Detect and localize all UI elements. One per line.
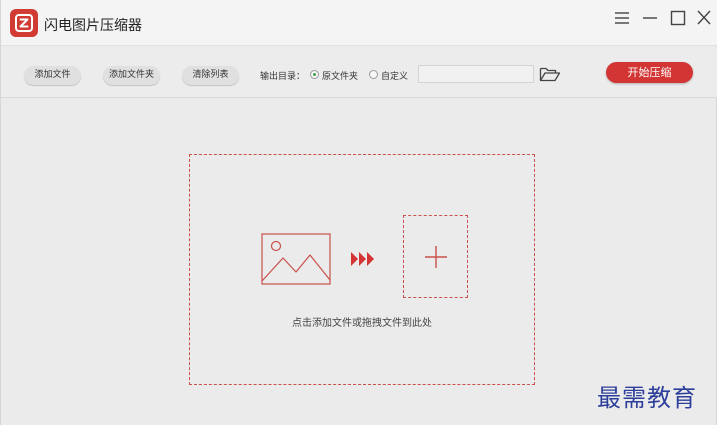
triple-arrow-icon (351, 251, 375, 267)
app-title: 闪电图片压缩器 (44, 18, 142, 34)
radio-original-folder[interactable] (310, 70, 319, 79)
title-bar: 闪电图片压缩器 (1, 0, 717, 46)
radio-original-folder-label[interactable]: 原文件夹 (322, 69, 358, 82)
plus-icon (424, 245, 448, 269)
radio-custom[interactable] (369, 70, 378, 79)
toolbar: 添加文件 添加文件夹 清除列表 输出目录： 原文件夹 自定义 开始压缩 (1, 47, 717, 98)
maximize-icon[interactable] (668, 9, 688, 27)
add-folder-button[interactable]: 添加文件夹 (103, 66, 160, 85)
drop-hint-text: 点击添加文件或拖拽文件到此处 (292, 318, 432, 329)
minimize-icon[interactable] (640, 9, 660, 27)
start-compress-button[interactable]: 开始压缩 (606, 62, 693, 83)
app-window: 闪电图片压缩器 添加文件 添加文件夹 清除列表 输出目录： 原文件夹 自定义 开… (0, 0, 717, 425)
watermark-text: 最需教育 (597, 384, 697, 412)
menu-icon[interactable] (612, 9, 632, 27)
custom-path-input[interactable] (418, 65, 534, 83)
file-drop-zone[interactable]: 点击添加文件或拖拽文件到此处 (189, 154, 535, 385)
close-icon[interactable] (694, 9, 714, 27)
folder-open-icon[interactable] (539, 66, 561, 82)
add-file-box[interactable] (403, 215, 468, 298)
app-logo-icon (10, 9, 38, 37)
image-icon (261, 233, 331, 285)
add-file-button[interactable]: 添加文件 (24, 66, 81, 85)
output-dir-label: 输出目录： (260, 72, 306, 82)
clear-list-button[interactable]: 清除列表 (182, 66, 239, 85)
radio-custom-label[interactable]: 自定义 (381, 69, 408, 82)
